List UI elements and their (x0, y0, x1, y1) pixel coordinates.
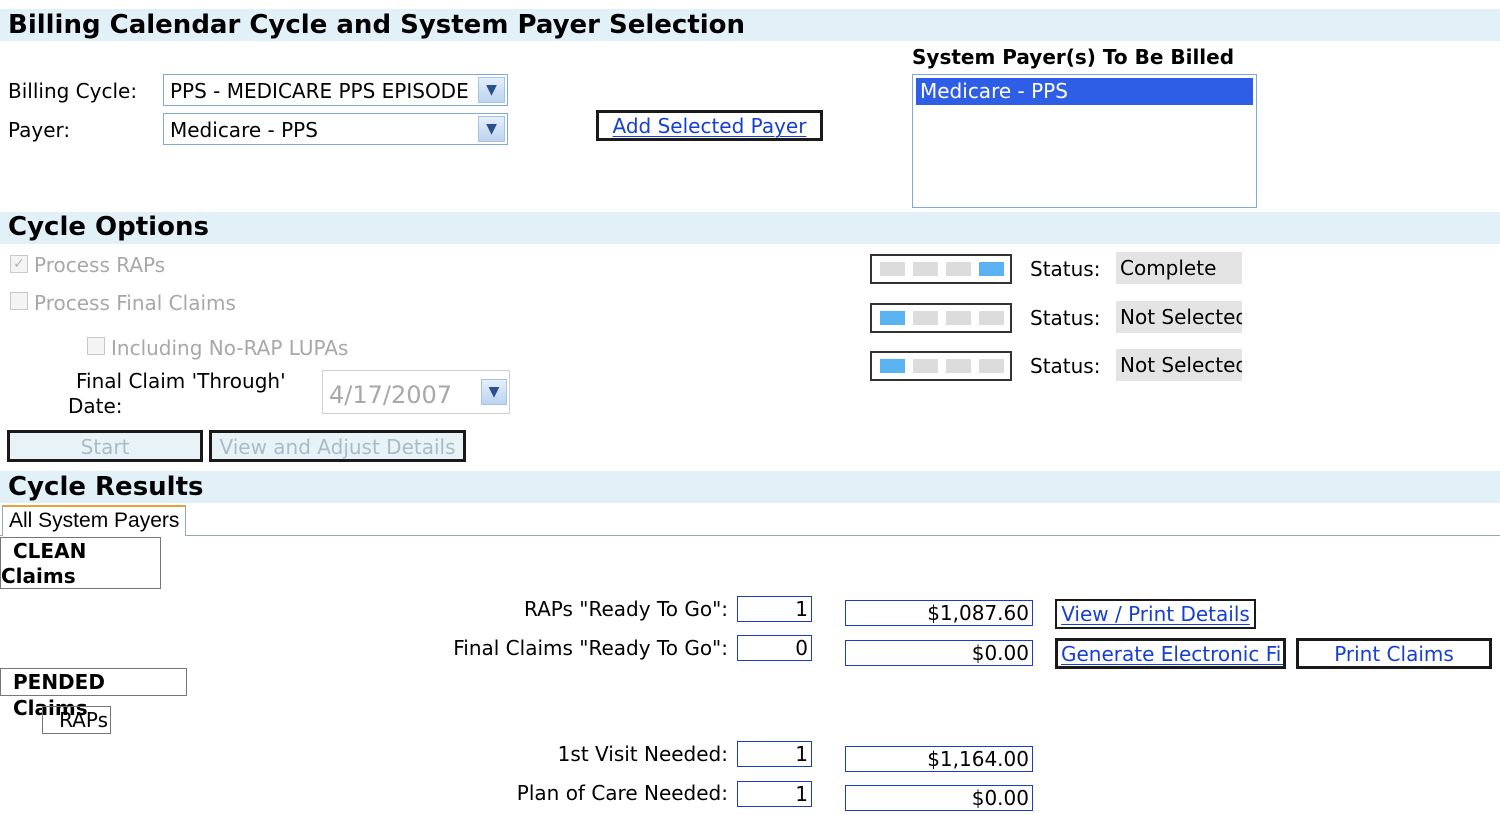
view-print-details-button[interactable]: View / Print Details (1055, 599, 1256, 629)
clean-claims-label: CLEAN Claims (0, 537, 161, 589)
no-rap-lupas-checkbox[interactable] (87, 337, 105, 355)
payers-list-title: System Payer(s) To Be Billed (912, 45, 1235, 69)
first-visit-count: 1 (737, 741, 812, 767)
lupas-status-value: Not Selected (1116, 349, 1242, 381)
final-ready-label: Final Claims "Ready To Go": (453, 636, 728, 660)
tab-all-system-payers[interactable]: All System Payers (2, 505, 187, 536)
first-visit-label: 1st Visit Needed: (557, 742, 728, 766)
chevron-down-icon[interactable]: ▼ (478, 77, 505, 103)
final-claims-progress-indicator (870, 303, 1012, 333)
billing-section-header: Billing Calendar Cycle and System Payer … (0, 9, 1500, 41)
lupas-progress-indicator (870, 351, 1012, 381)
add-selected-payer-button[interactable]: Add Selected Payer (596, 110, 823, 141)
process-final-claims-label: Process Final Claims (34, 291, 236, 315)
chevron-down-icon[interactable]: ▼ (478, 116, 505, 142)
billing-cycle-value: PPS - MEDICARE PPS EPISODE (170, 79, 469, 103)
status-label: Status: (1030, 257, 1101, 281)
status-label: Status: (1030, 354, 1101, 378)
cycle-results-header: Cycle Results (0, 471, 1500, 503)
cycle-results-title: Cycle Results (8, 472, 204, 502)
cycle-options-title: Cycle Options (8, 212, 209, 242)
first-visit-amount: $1,164.00 (845, 746, 1033, 772)
process-final-claims-checkbox[interactable] (10, 292, 28, 310)
raps-ready-label: RAPs "Ready To Go": (524, 597, 728, 621)
through-date-label-line2: Date: (68, 394, 123, 418)
plan-care-count: 1 (737, 781, 812, 807)
raps-ready-count: 1 (737, 596, 812, 622)
process-raps-label: Process RAPs (34, 253, 166, 277)
process-raps-checkbox[interactable]: ✓ (10, 255, 28, 273)
plan-care-amount: $0.00 (845, 785, 1033, 811)
pended-raps-subtab[interactable]: RAPs (42, 706, 111, 734)
final-claims-status-value: Not Selected (1116, 301, 1242, 333)
final-ready-amount: $0.00 (845, 640, 1033, 666)
print-claims-button[interactable]: Print Claims (1296, 638, 1492, 669)
payer-label: Payer: (8, 118, 71, 142)
billing-section-title: Billing Calendar Cycle and System Payer … (8, 10, 746, 40)
results-tab-strip-line (0, 535, 1500, 536)
billing-cycle-select[interactable]: PPS - MEDICARE PPS EPISODE ▼ (163, 74, 508, 106)
view-adjust-details-button[interactable]: View and Adjust Details (209, 430, 466, 462)
system-payers-listbox[interactable]: Medicare - PPS (912, 74, 1257, 208)
status-label: Status: (1030, 306, 1101, 330)
generate-electronic-file-button[interactable]: Generate Electronic File (1055, 638, 1286, 669)
through-date-picker[interactable]: 4/17/2007 ▼ (322, 370, 510, 414)
final-ready-count: 0 (737, 635, 812, 661)
plan-care-label: Plan of Care Needed: (516, 781, 728, 805)
raps-status-value: Complete (1116, 252, 1242, 284)
start-button[interactable]: Start (7, 430, 203, 462)
no-rap-lupas-label: Including No-RAP LUPAs (111, 336, 349, 360)
pended-claims-label: PENDED Claims (0, 668, 187, 720)
through-date-value: 4/17/2007 (329, 381, 453, 409)
raps-progress-indicator (870, 254, 1012, 284)
payer-value: Medicare - PPS (170, 118, 318, 142)
payer-list-item[interactable]: Medicare - PPS (916, 78, 1253, 105)
raps-ready-amount: $1,087.60 (845, 600, 1033, 626)
cycle-options-header: Cycle Options (0, 212, 1500, 244)
calendar-dropdown-icon[interactable]: ▼ (481, 379, 507, 405)
through-date-label-line1: Final Claim 'Through' (76, 369, 286, 393)
billing-cycle-label: Billing Cycle: (8, 79, 138, 103)
payer-select[interactable]: Medicare - PPS ▼ (163, 113, 508, 145)
